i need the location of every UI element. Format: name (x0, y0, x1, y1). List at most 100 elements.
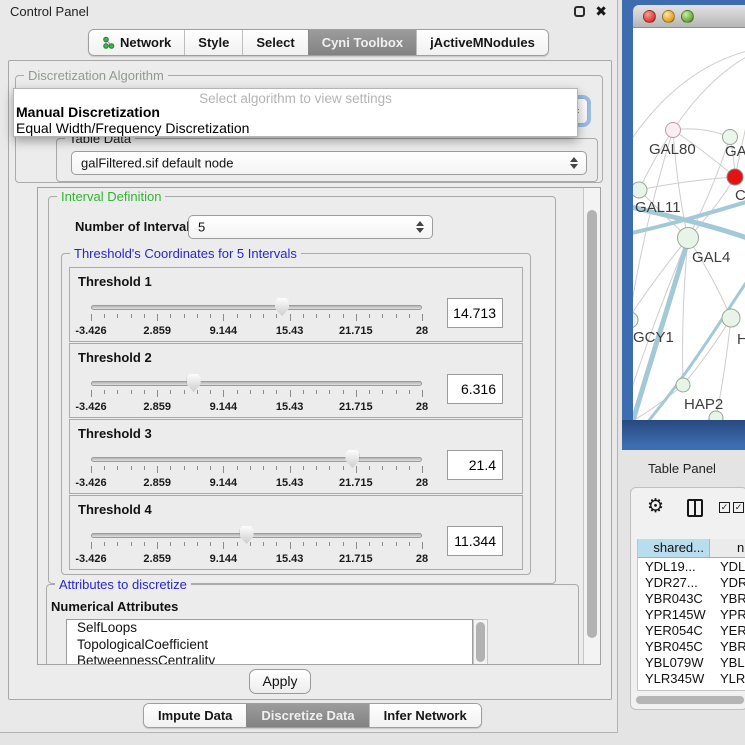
slider-track[interactable] (91, 381, 422, 386)
tab-infer-network[interactable]: Infer Network (369, 704, 481, 727)
cell-shared-name: YBR045C (638, 639, 711, 655)
cell-shared-name: YBR043C (638, 591, 711, 607)
slider-ticks (91, 314, 422, 323)
network-edge[interactable] (639, 177, 735, 190)
table-row[interactable]: YER054CYER0 (638, 623, 745, 639)
cell-shared-name: YIL052C (638, 687, 711, 690)
mac-zoom-icon[interactable] (681, 10, 694, 23)
threshold-value-field[interactable]: 6.316 (447, 374, 503, 404)
checkbox-icon[interactable]: ✓ (719, 502, 730, 513)
threshold-value-field[interactable]: 14.713 (447, 298, 503, 328)
algorithm-dropdown-popup: Select algorithm to view settings Manual… (13, 88, 578, 137)
attribute-list-item[interactable]: TopologicalCoefficient (67, 637, 472, 654)
network-node[interactable] (633, 312, 638, 328)
cell-name: YLR3 (711, 671, 745, 687)
network-canvas[interactable]: GAL80GACGAL11GAL4GCY1HHAP2 (633, 28, 745, 420)
cell-shared-name: YDR27... (638, 575, 711, 591)
network-icon (102, 36, 115, 49)
network-node[interactable] (678, 228, 699, 249)
slider-tick-labels: -3.4262.8599.14415.4321.71528 (91, 325, 422, 337)
table-row[interactable]: YDR27...YDR2 (638, 575, 745, 591)
popup-item-manual-discretization[interactable]: Manual Discretization (16, 104, 160, 120)
network-node-label: GA (725, 143, 745, 160)
table-horizontal-scrollbar[interactable] (635, 695, 745, 705)
network-edge[interactable] (633, 238, 688, 318)
network-node-label: GCY1 (633, 329, 674, 346)
network-node-label: C (735, 187, 745, 204)
table-row[interactable]: YBR043CYBR0 (638, 591, 745, 607)
cell-shared-name: YPR145W (638, 607, 711, 623)
slider-ticks (91, 542, 422, 551)
table-row[interactable]: YLR345WYLR3 (638, 671, 745, 687)
cell-shared-name: YBL079W (638, 655, 711, 671)
number-of-intervals-label: Number of Intervals (75, 219, 197, 234)
cell-name: YBR0 (711, 591, 745, 607)
network-view-window: GAL80GACGAL11GAL4GCY1HHAP2 (622, 0, 745, 450)
slider-tick-labels: -3.4262.8599.14415.4321.71528 (91, 477, 422, 489)
cell-shared-name: YDL19... (638, 559, 711, 575)
network-graph: GAL80GACGAL11GAL4GCY1HHAP2 (633, 28, 745, 420)
network-node[interactable] (633, 182, 647, 198)
thresholds-group-title: Threshold's Coordinates for 5 Intervals (70, 246, 301, 261)
table-header-row: shared... n (638, 539, 745, 558)
threshold-value-field[interactable]: 11.344 (447, 526, 503, 556)
network-node-label: GAL4 (692, 249, 730, 266)
threshold-slider[interactable]: -3.4262.8599.14415.4321.71528 (91, 372, 422, 416)
number-of-intervals-spinner[interactable]: 5 (188, 215, 433, 239)
columns-icon[interactable] (687, 499, 703, 517)
threshold-slider[interactable]: -3.4262.8599.14415.4321.71528 (91, 448, 422, 492)
tab-select[interactable]: Select (242, 30, 307, 55)
apply-button[interactable]: Apply (249, 669, 311, 694)
tab-impute-data[interactable]: Impute Data (144, 704, 246, 727)
table-row[interactable]: YBR045CYBR0 (638, 639, 745, 655)
threshold-row-4: Threshold 4-3.4262.8599.14415.4321.71528… (69, 495, 523, 570)
network-edge[interactable] (633, 418, 716, 420)
checkbox-icon[interactable]: ✓ (733, 502, 744, 513)
network-node[interactable] (727, 169, 743, 185)
cell-name: YER0 (711, 623, 745, 639)
settings-vertical-scrollbar[interactable] (583, 188, 600, 664)
tab-cyni-toolbox[interactable]: Cyni Toolbox (308, 30, 416, 55)
table-row[interactable]: YDL19...YDL1 (638, 559, 745, 575)
column-header-name[interactable]: n (710, 539, 745, 557)
mac-close-icon[interactable] (643, 10, 656, 23)
attribute-list-item[interactable]: SelfLoops (67, 620, 472, 637)
numerical-attributes-list[interactable]: SelfLoopsTopologicalCoefficientBetweenne… (66, 619, 473, 665)
cell-name: YBR0 (711, 639, 745, 655)
slider-track[interactable] (91, 457, 422, 462)
table-data-combobox[interactable]: galFiltered.sif default node (71, 151, 587, 175)
close-icon[interactable]: ✖ (595, 3, 607, 20)
spinner-arrows-icon (416, 221, 424, 233)
table-row[interactable]: YIL052CYIL0 (638, 687, 745, 690)
popup-item-equal-width-frequency[interactable]: Equal Width/Frequency Discretization (16, 120, 249, 136)
network-window-titlebar[interactable] (633, 5, 745, 28)
threshold-value-field[interactable]: 21.4 (447, 450, 503, 480)
table-row[interactable]: YPR145WYPR1 (638, 607, 745, 623)
tab-jactivemnodules[interactable]: jActiveMNodules (416, 30, 548, 55)
thresholds-group: Threshold's Coordinates for 5 Intervals … (61, 253, 531, 575)
attribute-list-item[interactable]: BetweennessCentrality (67, 653, 472, 665)
node-table: shared... n YDL19...YDL1YDR27...YDR2YBR0… (637, 539, 745, 691)
tab-style[interactable]: Style (184, 30, 242, 55)
network-edge[interactable] (673, 56, 745, 130)
tab-network[interactable]: Network (89, 30, 184, 55)
threshold-slider[interactable]: -3.4262.8599.14415.4321.71528 (91, 296, 422, 340)
network-edge[interactable] (639, 130, 673, 190)
network-node[interactable] (666, 123, 681, 138)
attributes-list-scrollbar[interactable] (473, 619, 488, 665)
network-node[interactable] (722, 309, 740, 327)
network-node[interactable] (676, 378, 690, 392)
column-header-shared[interactable]: shared... (638, 539, 710, 557)
cell-shared-name: YLR345W (638, 671, 711, 687)
gear-icon[interactable]: ⚙ (647, 496, 664, 518)
slider-track[interactable] (91, 305, 422, 310)
cell-name: YPR1 (711, 607, 745, 623)
table-row[interactable]: YBL079WYBL0 (638, 655, 745, 671)
float-window-icon[interactable] (574, 6, 585, 17)
slider-track[interactable] (91, 533, 422, 538)
interval-definition-title: Interval Definition (57, 189, 165, 204)
network-node-label: HAP2 (684, 396, 723, 413)
mac-minimize-icon[interactable] (662, 10, 675, 23)
threshold-slider[interactable]: -3.4262.8599.14415.4321.71528 (91, 524, 422, 568)
tab-discretize-data[interactable]: Discretize Data (246, 704, 368, 727)
